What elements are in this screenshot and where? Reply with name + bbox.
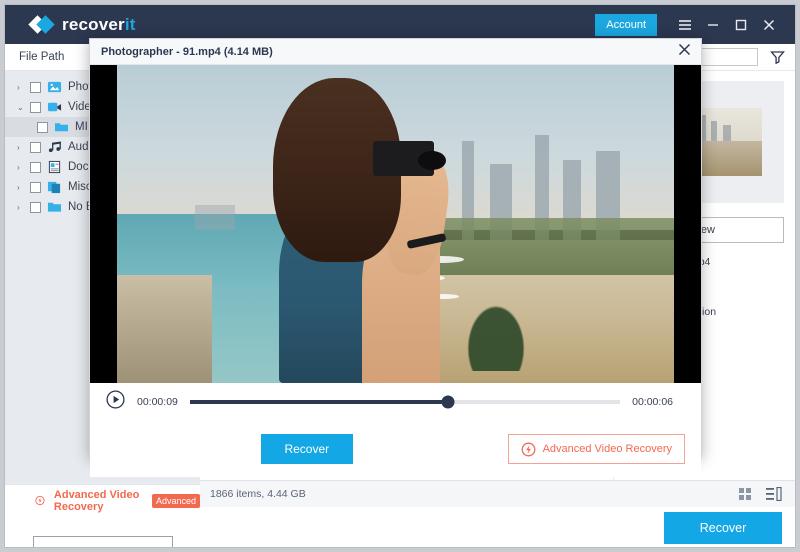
modal-advanced-label: Advanced Video Recovery [542, 443, 672, 455]
brand-accent: it [124, 14, 136, 34]
video-folder-icon [47, 102, 62, 112]
play-circle-icon[interactable] [106, 390, 125, 414]
close-icon[interactable] [678, 43, 691, 61]
modal-header: Photographer - 91.mp4 (4.14 MB) [90, 39, 701, 65]
account-button[interactable]: Account [595, 13, 657, 36]
brand-main: recover [62, 14, 125, 34]
brand-text: recoverit [62, 15, 136, 35]
total-time: 00:00:06 [632, 396, 673, 408]
chevron-right-icon[interactable]: › [17, 143, 30, 152]
chevron-right-icon[interactable]: › [17, 83, 30, 92]
progress-fill [189, 400, 449, 404]
recover-button[interactable]: Recover [664, 512, 782, 544]
advanced-badge: Advanced [151, 493, 200, 508]
bottom-bar: Recover [200, 507, 795, 547]
tree-checkbox[interactable] [37, 121, 48, 133]
tree-checkbox[interactable] [30, 181, 41, 193]
chevron-right-icon[interactable]: › [17, 163, 30, 172]
video-controls: 00:00:09 00:00:06 [90, 383, 701, 421]
video-preview-modal: Photographer - 91.mp4 (4.14 MB) 00:00:09… [89, 38, 702, 477]
close-icon[interactable] [755, 12, 783, 38]
recoverit-window: recoverit Account File Path › Photo(⌄ V… [4, 4, 796, 548]
tab-file-path[interactable]: File Path [5, 51, 78, 63]
tree-item-label: MI [75, 121, 88, 133]
tree-checkbox[interactable] [30, 141, 41, 153]
back-button[interactable]: Back [32, 535, 173, 547]
audio-folder-icon [48, 141, 61, 153]
photo-folder-icon [47, 81, 62, 93]
funnel-filter-icon[interactable] [770, 50, 785, 64]
advanced-recovery-label: Advanced Video Recovery [53, 488, 140, 513]
tree-checkbox[interactable] [30, 161, 41, 173]
modal-title: Photographer - 91.mp4 (4.14 MB) [101, 45, 273, 58]
hamburger-menu-icon[interactable] [671, 12, 699, 38]
document-folder-icon [48, 160, 61, 174]
progress-track[interactable] [189, 395, 621, 409]
tree-checkbox[interactable] [30, 81, 41, 93]
chevron-right-icon[interactable]: › [17, 203, 30, 212]
video-frame [117, 65, 674, 383]
current-time: 00:00:09 [137, 396, 178, 408]
video-player-stage[interactable] [90, 65, 701, 383]
item-count-status: 1866 items, 4.44 GB [210, 488, 306, 500]
modal-advanced-video-recovery-button[interactable]: Advanced Video Recovery [507, 434, 685, 464]
minimize-icon[interactable] [699, 12, 727, 38]
grid-view-icon[interactable] [738, 487, 752, 501]
chevron-right-icon[interactable]: › [17, 183, 30, 192]
tree-checkbox[interactable] [30, 201, 41, 213]
misc-folder-icon [47, 181, 61, 194]
back-button-zone: Back [5, 516, 200, 547]
folder-icon [47, 202, 62, 212]
folder-icon [54, 123, 69, 132]
advanced-video-recovery-link[interactable]: Advanced Video Recovery Advanced [5, 484, 200, 516]
list-view-icon[interactable] [766, 487, 782, 501]
app-logo: recoverit [28, 14, 136, 36]
modal-actions: Recover Advanced Video Recovery [90, 421, 701, 477]
status-bar: 1866 items, 4.44 GB [200, 480, 795, 507]
maximize-icon[interactable] [727, 12, 755, 38]
recoverit-logo-icon [28, 14, 55, 36]
chevron-down-icon[interactable]: ⌄ [17, 103, 30, 112]
advanced-recovery-icon [521, 442, 536, 456]
tree-checkbox[interactable] [30, 101, 41, 113]
advanced-recovery-icon [35, 495, 45, 506]
progress-handle[interactable] [441, 395, 455, 409]
modal-recover-button[interactable]: Recover [260, 434, 353, 464]
